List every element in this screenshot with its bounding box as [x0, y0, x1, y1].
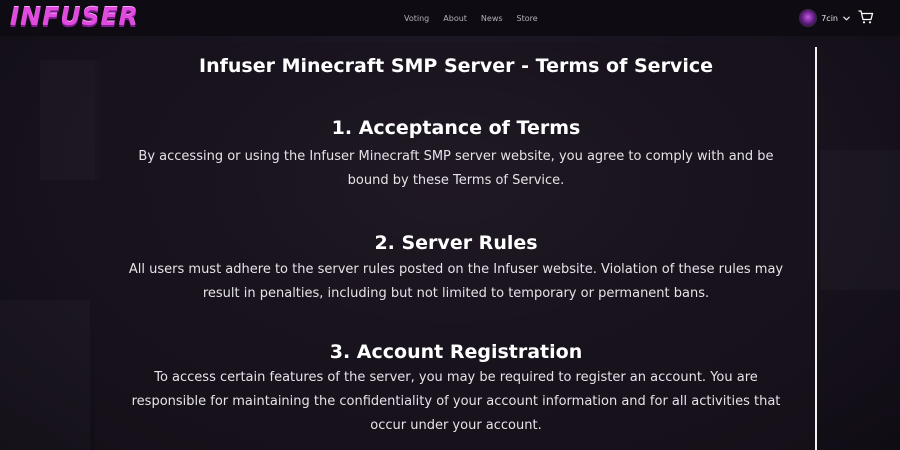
nav-about-link[interactable]: About — [443, 14, 467, 23]
cart-icon[interactable] — [858, 9, 874, 25]
nav-store-link[interactable]: Store — [517, 14, 538, 23]
background-block — [0, 300, 90, 450]
user-menu[interactable]: 7cin — [799, 0, 852, 36]
nav-news-link[interactable]: News — [481, 14, 503, 23]
section-heading-account-registration: 3. Account Registration — [329, 341, 583, 363]
page: INFUSER Voting About News Store 7cin Inf… — [0, 0, 900, 450]
scrollbar[interactable] — [815, 47, 817, 450]
section-body-server-rules: All users must adhere to the server rule… — [128, 262, 784, 301]
avatar — [799, 9, 818, 27]
section-heading-server-rules: 2. Server Rules — [374, 232, 538, 254]
section-body-acceptance: By accessing or using the Infuser Minecr… — [138, 149, 774, 188]
page-title: Infuser Minecraft SMP Server - Terms of … — [199, 55, 713, 77]
username: 7cin — [821, 13, 838, 23]
background-block — [820, 150, 900, 290]
site-logo[interactable]: INFUSER — [10, 2, 139, 32]
background-block — [40, 60, 100, 180]
nav-voting-link[interactable]: Voting — [404, 14, 429, 23]
section-heading-acceptance: 1. Acceptance of Terms — [331, 117, 581, 139]
nav-links: Voting About News Store — [404, 0, 538, 36]
navbar: INFUSER Voting About News Store 7cin — [0, 0, 900, 36]
section-body-account-registration: To access certain features of the server… — [131, 370, 781, 433]
chevron-down-icon — [842, 13, 852, 23]
